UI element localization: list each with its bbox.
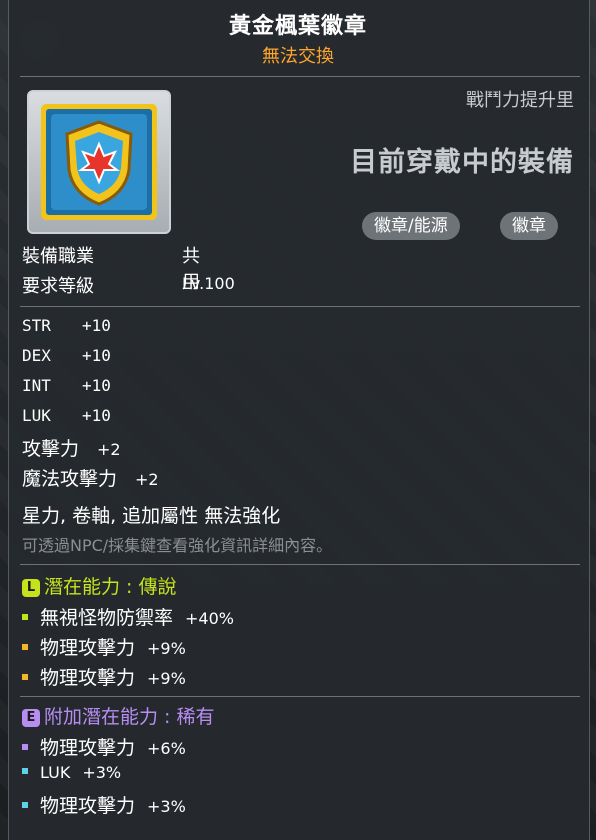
trade-status: 無法交換 [262, 46, 334, 67]
stat-row: LUK +10 [22, 406, 111, 425]
stat-value: +10 [82, 316, 111, 335]
potential-value: +9% [147, 669, 186, 688]
bullet-icon [22, 674, 28, 680]
stat-row: STR +10 [22, 316, 111, 335]
type-tag: 徽章 [500, 212, 558, 240]
stat-value: +10 [82, 346, 111, 365]
divider [20, 306, 580, 307]
attack-value: +2 [135, 470, 159, 489]
potential-label: 物理攻擊力 [40, 667, 136, 689]
potential-label: 無視怪物防禦率 [40, 607, 174, 629]
legendary-badge-icon: L [22, 579, 40, 597]
attack-label: 魔法攻擊力 [22, 468, 118, 490]
stat-value: +10 [82, 406, 111, 425]
requirement-label: 要求等級 [22, 276, 94, 297]
epic-badge-icon: E [22, 709, 40, 727]
bullet-icon [22, 644, 28, 650]
divider [20, 564, 580, 565]
additional-title: 附加潛在能力 : 稀有 [44, 706, 215, 728]
magic-attack-row: 魔法攻擊力 +2 [22, 464, 159, 491]
attack-label: 攻擊力 [22, 438, 80, 460]
item-name: 黃金楓葉徽章 [228, 14, 367, 39]
bullet-icon [22, 614, 28, 620]
potential-value: +9% [147, 639, 186, 658]
combat-power-label: 戰鬥力提升里 [466, 90, 574, 111]
potential-label: 物理攻擊力 [40, 637, 136, 659]
potential-title: 潛在能力 : 傳說 [44, 576, 177, 598]
additional-line: 物理攻擊力 +6% [22, 733, 186, 760]
stat-label: DEX [22, 346, 51, 365]
additional-value: +6% [147, 739, 186, 758]
requirement-level: 要求等級 Lv.100 [22, 272, 235, 298]
requirement-value: Lv.100 [182, 274, 235, 293]
potential-header: L 潛在能力 : 傳說 [22, 572, 176, 599]
bullet-icon [22, 768, 28, 774]
item-icon-frame [27, 90, 171, 234]
bullet-icon [22, 802, 28, 808]
additional-potential-header: E 附加潛在能力 : 稀有 [22, 702, 214, 729]
enhance-hint: 可透過NPC/採集鍵查看強化資訊詳細內容。 [22, 536, 333, 555]
stat-row: INT +10 [22, 376, 111, 395]
equipped-status: 目前穿戴中的裝備 [350, 147, 574, 178]
additional-label: LUK [40, 763, 71, 782]
requirement-job: 裝備職業 共用 [22, 242, 200, 293]
bullet-icon [22, 744, 28, 750]
enhance-note: 星力, 卷軸, 追加屬性 無法強化 [22, 505, 281, 527]
stat-value: +10 [82, 376, 111, 395]
maple-badge-icon [41, 104, 157, 220]
potential-line: 物理攻擊力 +9% [22, 663, 186, 690]
attack-row: 攻擊力 +2 [22, 434, 121, 461]
potential-value: +40% [185, 609, 234, 628]
stat-label: STR [22, 316, 51, 335]
additional-label: 物理攻擊力 [40, 795, 136, 817]
divider [20, 76, 580, 77]
category-tag: 徽章/能源 [362, 212, 460, 240]
additional-label: 物理攻擊力 [40, 737, 136, 759]
potential-line: 物理攻擊力 +9% [22, 633, 186, 660]
divider [20, 696, 580, 697]
stat-label: INT [22, 376, 51, 395]
stat-label: LUK [22, 406, 51, 425]
requirement-label: 裝備職業 [22, 246, 94, 267]
additional-line: LUK +3% [22, 763, 121, 782]
additional-value: +3% [82, 763, 122, 782]
additional-line: 物理攻擊力 +3% [22, 791, 186, 818]
attack-value: +2 [97, 440, 121, 459]
stat-row: DEX +10 [22, 346, 111, 365]
additional-value: +3% [147, 797, 186, 816]
potential-line: 無視怪物防禦率 +40% [22, 603, 234, 630]
